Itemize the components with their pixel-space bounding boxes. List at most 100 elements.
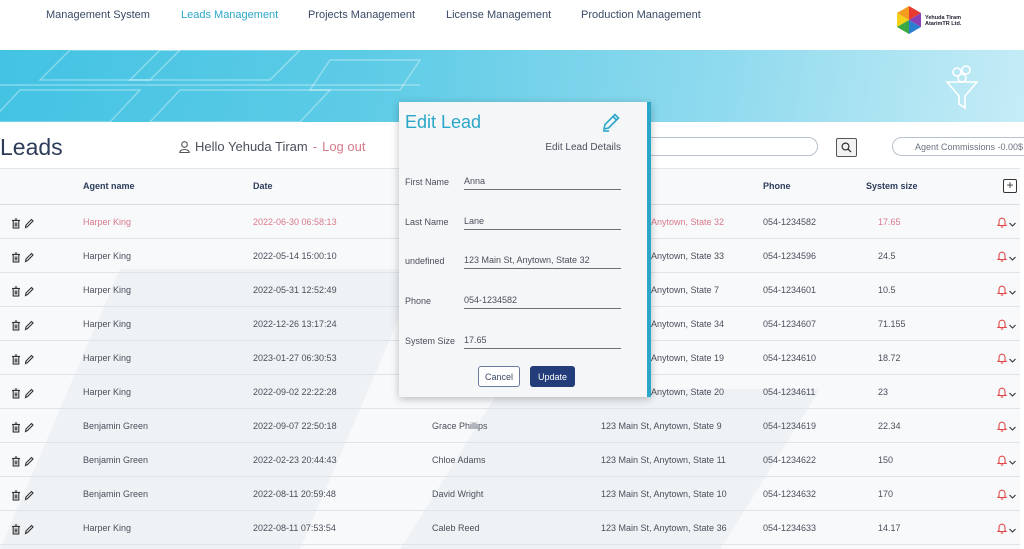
trash-icon[interactable] [11,522,21,535]
first-name-input[interactable] [464,172,621,190]
cell-phone: 054-1234619 [763,421,817,431]
table-row[interactable]: Benjamin Green 2022-08-11 20:59:48 David W… [0,477,1020,511]
cell-date: 2022-06-30 06:58:13 [253,217,337,227]
pencil-icon[interactable] [24,488,34,501]
cell-system-size: 23 [878,387,889,397]
column-agent-name[interactable]: Agent name [83,181,135,191]
logo-text: Yehuda Tiram AtarimTR Ltd. [925,15,961,27]
trash-icon[interactable] [11,250,21,263]
last-name-input[interactable] [464,212,621,230]
bell-icon[interactable] [996,317,1008,330]
cell-date: 2022-09-07 22:50:18 [253,421,337,431]
chevron-down-icon[interactable] [1008,386,1017,397]
nav-projects-management[interactable]: Projects Management [308,9,415,21]
cell-date: 2022-08-11 07:53:54 [253,523,336,533]
pencil-icon[interactable] [24,522,34,535]
trash-icon[interactable] [11,216,21,229]
chevron-down-icon[interactable] [1008,488,1017,499]
update-button[interactable]: Update [530,366,575,387]
cell-phone: 054-1234622 [763,455,817,465]
cell-address: 123 Main St, Anytown, State 36 [601,523,727,533]
cell-address: 123 Main St, Anytown, State 10 [601,489,727,499]
cell-system-size: 22.34 [878,421,901,431]
phone-label: Phone [405,296,432,306]
address-label: undefined [405,256,445,266]
bell-icon[interactable] [996,385,1008,398]
cell-agent: Harper King [83,285,132,295]
bell-icon[interactable] [996,249,1008,262]
bell-icon[interactable] [996,453,1008,466]
address-input[interactable] [464,251,621,269]
cell-system-size: 150 [878,455,894,465]
chevron-down-icon[interactable] [1008,522,1017,533]
cell-date: 2022-05-31 12:52:49 [253,285,337,295]
chevron-down-icon[interactable] [1008,352,1017,363]
trash-icon[interactable] [11,420,21,433]
trash-icon[interactable] [11,488,21,501]
trash-icon[interactable] [11,318,21,331]
trash-icon[interactable] [11,352,21,365]
bell-icon[interactable] [996,419,1008,432]
user-greeting: Hello Yehuda Tiram - Log out [179,139,365,154]
trash-icon[interactable] [11,454,21,467]
pencil-icon[interactable] [24,352,34,365]
cell-agent: Benjamin Green [83,421,149,431]
cell-system-size: 10.5 [878,285,896,295]
modal-title: Edit Lead [405,112,482,132]
pencil-icon[interactable] [24,386,34,399]
logo-mark-icon [897,6,921,34]
modal-subtitle: Edit Lead Details [545,142,621,153]
cell-date: 2022-08-11 20:59:48 [253,489,336,499]
cancel-button[interactable]: Cancel [478,366,520,387]
search-input[interactable] [640,137,818,156]
cell-date: 2022-12-26 13:17:24 [253,319,337,329]
pencil-icon[interactable] [24,420,34,433]
nav-license-management[interactable]: License Management [446,9,551,21]
cell-address: 123 Main St, Anytown, State 11 [601,455,726,465]
edit-lead-modal: Edit Lead Edit Lead Details First Name L… [399,102,651,397]
chevron-down-icon[interactable] [1008,250,1017,261]
cell-system-size: 17.65 [878,217,901,227]
logo-line-2: AtarimTR Ltd. [925,21,962,27]
nav-production-management[interactable]: Production Management [581,9,701,21]
table-row[interactable]: Benjamin Green 2022-02-23 20:44:43 Chloe A… [0,443,1020,477]
pencil-icon[interactable] [24,454,34,467]
nav-leads-management[interactable]: Leads Management [181,9,278,21]
nav-management-system[interactable]: Management System [46,9,150,21]
bell-icon[interactable] [996,521,1008,534]
search-button[interactable] [836,138,857,157]
column-system-size[interactable]: System size [866,181,918,191]
bell-icon[interactable] [996,283,1008,296]
pencil-icon[interactable] [24,318,34,331]
column-phone[interactable]: Phone [763,181,791,191]
table-row[interactable]: Harper King 2022-08-11 07:53:54 Caleb Reed… [0,511,1020,545]
cell-phone: 054-1234601 [763,285,817,295]
table-row[interactable]: Benjamin Green 2022-09-07 22:50:18 Grace P… [0,409,1020,443]
cell-address: Anytown, State 34 [651,319,725,329]
chevron-down-icon[interactable] [1008,454,1017,465]
add-lead-button[interactable]: + [1003,179,1017,193]
pencil-icon[interactable] [24,284,34,297]
chevron-down-icon[interactable] [1008,420,1017,431]
cell-phone: 054-1234610 [763,353,817,363]
column-date[interactable]: Date [253,181,273,191]
pencil-icon[interactable] [24,216,34,229]
phone-input[interactable] [464,291,621,309]
agent-commissions-field[interactable]: Agent Commissions -0.00$ [892,137,1024,156]
user-icon [179,140,190,153]
bell-icon[interactable] [996,215,1008,228]
system-size-input[interactable] [464,331,621,349]
cell-agent: Harper King [83,523,132,533]
chevron-down-icon[interactable] [1008,284,1017,295]
pencil-icon[interactable] [24,250,34,263]
bell-icon[interactable] [996,487,1008,500]
trash-icon[interactable] [11,284,21,297]
trash-icon[interactable] [11,386,21,399]
logout-link[interactable]: Log out [322,139,365,154]
cell-agent: Harper King [83,353,132,363]
chevron-down-icon[interactable] [1008,318,1017,329]
chevron-down-icon[interactable] [1008,216,1017,227]
cell-system-size: 14.17 [878,523,901,533]
company-logo[interactable]: Yehuda Tiram AtarimTR Ltd. [893,4,983,40]
bell-icon[interactable] [996,351,1008,364]
